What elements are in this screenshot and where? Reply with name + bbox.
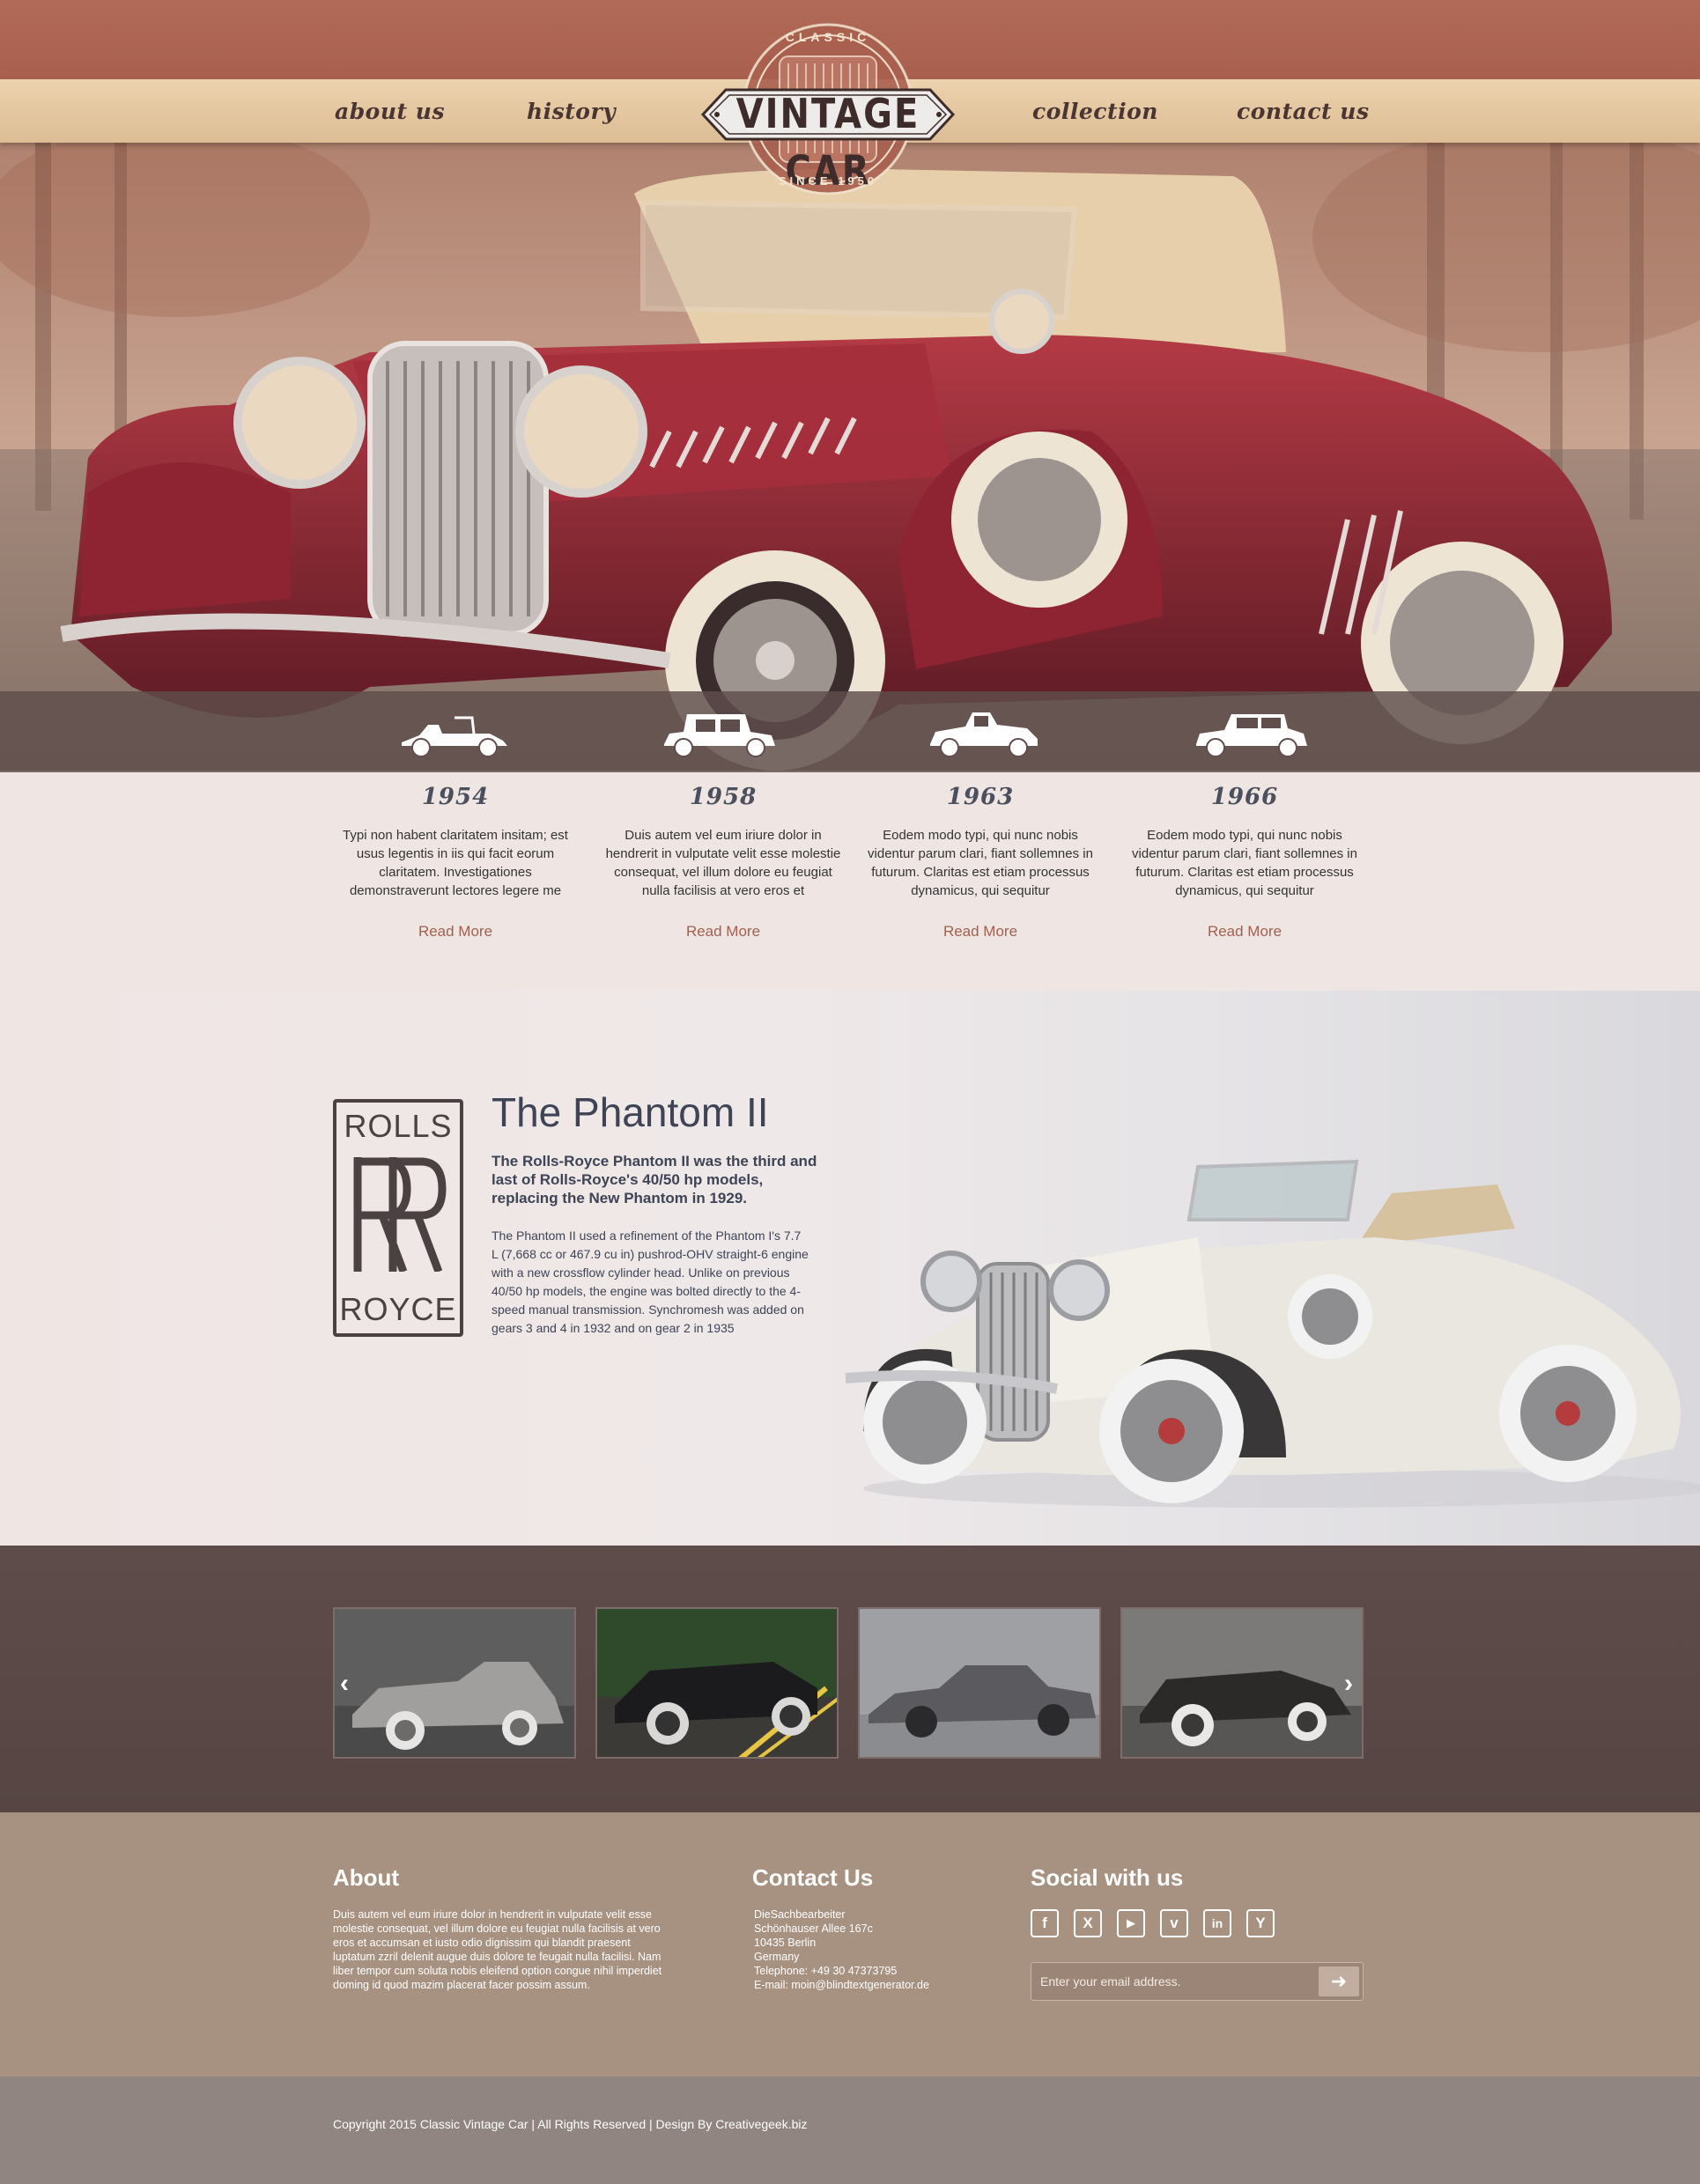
linkedin-icon[interactable]: in — [1203, 1909, 1231, 1937]
contact-line: Telephone: +49 30 47373795 — [754, 1965, 898, 1977]
logo-vintage-car-text: VINTAGE CAR — [735, 91, 920, 195]
footer-contact-title: Contact Us — [752, 1864, 874, 1891]
read-more-link[interactable]: Read More — [943, 923, 1017, 941]
gallery-carousel: ‹ › — [0, 1546, 1700, 1812]
subscribe-arrow-button[interactable]: ➜ — [1319, 1966, 1359, 1996]
vimeo-icon[interactable]: v — [1160, 1909, 1188, 1937]
read-more-link[interactable]: Read More — [1208, 923, 1282, 941]
logo-classic-text: CLASSIC — [785, 30, 871, 44]
contact-line: Schönhauser Allee 167c — [754, 1922, 873, 1935]
copyright-bar — [0, 2077, 1700, 2184]
read-more-link[interactable]: Read More — [686, 923, 760, 941]
year-title: 1958 — [689, 784, 758, 810]
footer-about-text: Duis autem vel eum iriure dolor in hendr… — [333, 1908, 662, 1991]
vintage-red-car-illustration — [0, 141, 1700, 771]
phantom-lead-text: The Rolls-Royce Phantom II was the third… — [492, 1153, 817, 1206]
rolls-royce-logo: ROLLS ROYCE — [333, 1099, 463, 1337]
gray-roadster-photo — [335, 1609, 574, 1757]
contact-line[interactable]: E-mail: moin@blindtextgenerator.de — [754, 1978, 983, 1992]
logo-royce-text: ROYCE — [339, 1291, 457, 1327]
gallery-thumb[interactable] — [333, 1607, 576, 1759]
newsletter-form: ➜ — [1031, 1962, 1364, 2001]
dark-phaeton-photo — [1122, 1609, 1362, 1757]
nav-history[interactable]: history — [527, 99, 616, 124]
year-title: 1954 — [421, 784, 490, 810]
year-description: Eodem modo typi, qui nunc nobis videntur… — [868, 828, 1093, 898]
gray-sedan-photo — [860, 1609, 1099, 1757]
footer-social-title: Social with us — [1031, 1864, 1184, 1891]
nav-about-us[interactable]: about us — [335, 99, 445, 124]
car-1966-icon — [1196, 714, 1307, 757]
logo-rolls-text: ROLLS — [344, 1108, 453, 1144]
year-column-1958: 1958 Duis autem vel eum iriure dolor in … — [604, 784, 842, 941]
year-description: Eodem modo typi, qui nunc nobis videntur… — [1132, 828, 1357, 898]
ycombinator-icon[interactable]: Y — [1246, 1909, 1275, 1937]
year-column-1966: 1966 Eodem modo typi, qui nunc nobis vid… — [1126, 784, 1364, 941]
phantom-section — [0, 991, 1700, 1546]
gallery-thumb[interactable] — [1120, 1607, 1364, 1759]
gallery-thumb[interactable] — [595, 1607, 839, 1759]
rr-monogram-icon — [353, 1157, 447, 1272]
phantom-title: The Phantom II — [492, 1089, 769, 1135]
xing-icon[interactable]: X — [1074, 1909, 1102, 1937]
hero-image — [0, 141, 1700, 771]
facebook-icon[interactable]: f — [1031, 1909, 1059, 1937]
logo-since-text: SINCE 1950 — [778, 174, 878, 188]
contact-line: Germany — [754, 1951, 800, 1963]
car-1954-icon — [402, 716, 507, 757]
read-more-link[interactable]: Read More — [418, 923, 492, 941]
nav-collection[interactable]: collection — [1032, 99, 1158, 124]
youtube-icon[interactable]: ▶ — [1117, 1909, 1145, 1937]
year-title: 1966 — [1210, 784, 1279, 810]
contact-line: DieSachbearbeiter — [754, 1908, 846, 1921]
nav-contact-us[interactable]: contact us — [1237, 99, 1370, 124]
site-logo[interactable]: CLASSIC VINTAGE CAR SINCE 1950 — [696, 21, 960, 197]
contact-line: 10435 Berlin — [754, 1937, 817, 1949]
footer-about-title: About — [333, 1864, 400, 1891]
car-1958-icon — [664, 714, 775, 757]
gallery-next-arrow[interactable]: › — [1344, 1669, 1353, 1699]
era-icon-strip — [0, 691, 1700, 772]
copyright-text: Copyright 2015 Classic Vintage Car | All… — [333, 2117, 808, 2131]
white-vintage-car-illustration — [845, 1159, 1700, 1508]
year-description: Duis autem vel eum iriure dolor in hendr… — [605, 828, 841, 898]
year-column-1963: 1963 Eodem modo typi, qui nunc nobis vid… — [861, 784, 1099, 941]
year-description: Typi non habent claritatem insitam; est … — [343, 828, 568, 898]
year-title: 1963 — [946, 784, 1015, 810]
black-convertible-photo — [597, 1609, 837, 1757]
year-column-1954: 1954 Typi non habent claritatem insitam;… — [336, 784, 574, 941]
email-input[interactable] — [1040, 1968, 1305, 1995]
gallery-thumb[interactable] — [858, 1607, 1101, 1759]
gallery-prev-arrow[interactable]: ‹ — [340, 1669, 349, 1699]
phantom-body-text: The Phantom II used a refinement of the … — [492, 1228, 809, 1335]
footer-contact-block: DieSachbearbeiter Schönhauser Allee 167c… — [754, 1907, 983, 1992]
car-1963-icon — [930, 712, 1038, 757]
